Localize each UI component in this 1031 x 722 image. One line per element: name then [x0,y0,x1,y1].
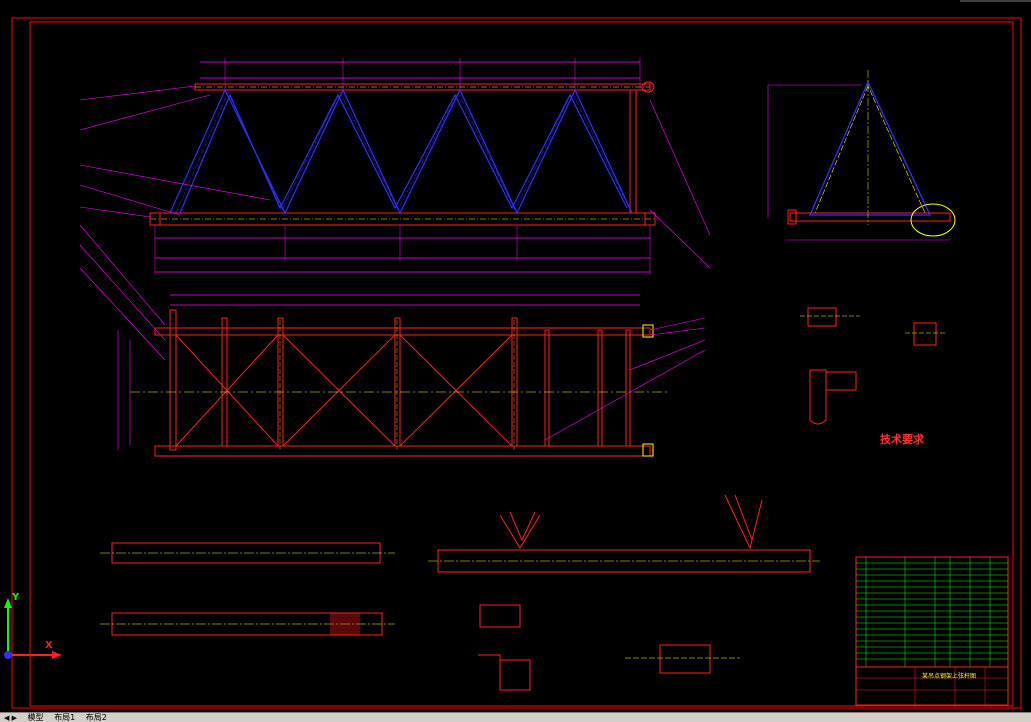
ucs-x-label: X [45,640,53,651]
ucs-icon [4,598,62,659]
detail-sections [800,307,945,425]
truss-elevation-view [79,58,711,361]
truss-side-view [767,70,956,241]
technical-requirements-title: 技术要求 [880,433,924,446]
ucs-y-label: Y [12,592,20,603]
sheet-border-inner [29,21,1014,707]
part-views [100,494,820,691]
drawing-svg [4,0,1031,709]
drawing-canvas[interactable]: 技术要求 某吊点钢架上弦杆图 Y X [0,0,1031,712]
title-block-caption: 某吊点钢架上弦杆图 [922,673,977,680]
parts-table [855,556,1009,706]
truss-plan-view [117,294,706,457]
